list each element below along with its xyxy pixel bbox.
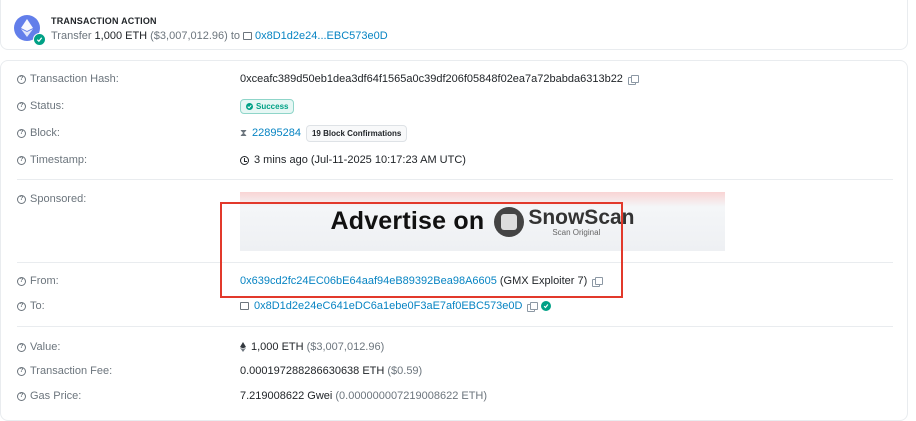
help-icon[interactable]: ? [17, 74, 26, 84]
help-icon[interactable]: ? [17, 276, 26, 286]
block-row: ? Block: ⧗ 22895284 19 Block Confirmatio… [1, 123, 907, 143]
help-icon[interactable]: ? [17, 342, 26, 352]
block-label: Block: [30, 127, 60, 139]
action-to-word: to [230, 30, 240, 42]
action-verb: Transfer [51, 30, 92, 42]
fee-usd: ($0.59) [387, 365, 423, 377]
gas-price-amount: 7.219008622 Gwei [240, 390, 333, 402]
status-badge: Success [240, 98, 295, 114]
help-icon[interactable]: ? [17, 101, 26, 111]
contract-icon [240, 302, 249, 310]
fee-row: ? Transaction Fee: 0.000197288286630638 … [1, 361, 907, 381]
timestamp-value: 3 mins ago (Jul-11-2025 10:17:23 AM UTC) [254, 154, 466, 166]
help-icon[interactable]: ? [17, 155, 26, 165]
gas-price-row: ? Gas Price: 7.219008622 Gwei (0.0000000… [1, 386, 907, 406]
value-label: Value: [30, 341, 61, 353]
tx-hash-row: ? Transaction Hash: 0xceafc389d50eb1dea3… [1, 69, 907, 89]
eth-diamond-icon [240, 342, 246, 352]
check-badge-icon [33, 33, 46, 46]
to-label: To: [30, 300, 45, 312]
value-amount: 1,000 ETH [251, 341, 304, 353]
value-usd: ($3,007,012.96) [306, 341, 385, 353]
timestamp-label: Timestamp: [30, 154, 88, 166]
status-label: Status: [30, 100, 65, 112]
gas-price-eth: (0.000000007219008622 ETH) [335, 390, 488, 402]
status-text: Success [256, 101, 289, 111]
clock-icon [240, 155, 249, 165]
help-icon[interactable]: ? [17, 391, 26, 401]
block-number-link[interactable]: 22895284 [252, 127, 301, 139]
help-icon[interactable]: ? [17, 128, 26, 138]
highlight-annotation-box [220, 202, 623, 298]
contract-icon [243, 32, 252, 40]
from-label: From: [30, 275, 59, 287]
action-title: TRANSACTION ACTION [51, 16, 157, 26]
hourglass-icon: ⧗ [240, 127, 248, 139]
divider [17, 326, 893, 327]
fee-amount: 0.000197288286630638 ETH [240, 365, 385, 377]
divider [17, 179, 893, 180]
status-row: ? Status: Success [1, 96, 907, 116]
timestamp-row: ? Timestamp: 3 mins ago (Jul-11-2025 10:… [1, 150, 907, 170]
help-icon[interactable]: ? [17, 366, 26, 376]
verified-check-icon [541, 301, 552, 311]
to-address-link[interactable]: 0x8D1d2e24eC641eDC6a1ebe0F3aE7af0EBC573e… [254, 300, 522, 312]
confirmations-badge: 19 Block Confirmations [305, 124, 408, 142]
action-to-address-link[interactable]: 0x8D1d2e24...EBC573e0D [255, 30, 388, 42]
help-icon[interactable]: ? [17, 194, 26, 204]
help-icon[interactable]: ? [17, 301, 26, 311]
sponsored-label: Sponsored: [30, 193, 87, 205]
fee-label: Transaction Fee: [30, 365, 113, 377]
value-row: ? Value: 1,000 ETH ($3,007,012.96) [1, 337, 907, 357]
action-summary: Transfer 1,000 ETH ($3,007,012.96) to 0x… [51, 30, 388, 42]
gas-price-label: Gas Price: [30, 390, 82, 402]
tx-hash-value: 0xceafc389d50eb1dea3df64f1565a0c39df206f… [240, 73, 623, 85]
copy-icon[interactable] [627, 74, 639, 85]
copy-icon[interactable] [527, 301, 539, 312]
action-amount: 1,000 ETH [94, 30, 148, 42]
action-usd: ($3,007,012.96) [150, 30, 228, 42]
check-circle-icon [246, 102, 253, 110]
transaction-action-card: TRANSACTION ACTION Transfer 1,000 ETH ($… [0, 0, 908, 50]
to-row: ? To: 0x8D1d2e24eC641eDC6a1ebe0F3aE7af0E… [1, 296, 907, 316]
tx-hash-label: Transaction Hash: [30, 73, 119, 85]
